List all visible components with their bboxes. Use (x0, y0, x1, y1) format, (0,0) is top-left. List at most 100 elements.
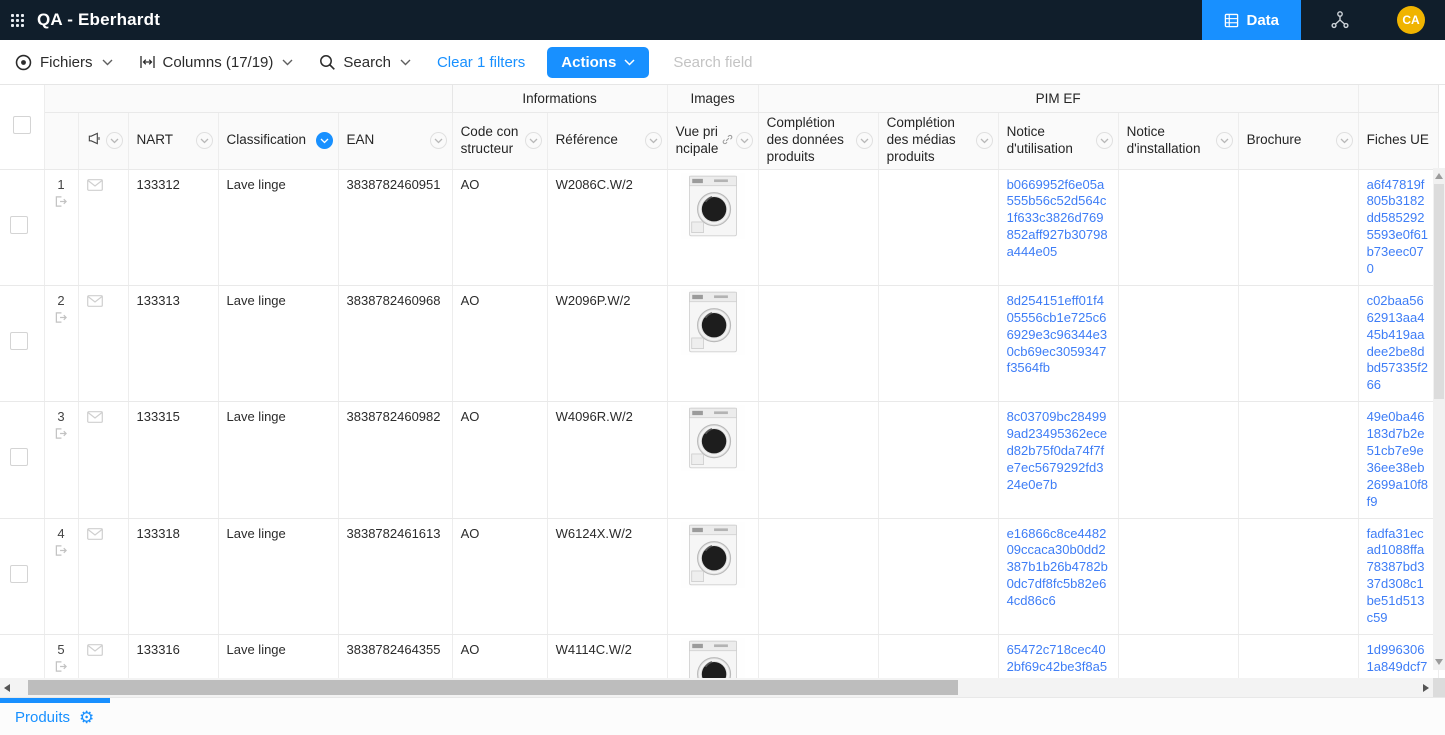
data-nav-button[interactable]: Data (1202, 0, 1301, 40)
column-header-notice-utilisation[interactable]: Notice d'utilisation (998, 112, 1118, 169)
open-record-icon[interactable] (54, 195, 68, 208)
row-checkbox-cell (0, 402, 44, 518)
filter-icon[interactable] (106, 132, 123, 149)
column-header-completion-donnees[interactable]: Complétion des données produits (758, 112, 878, 169)
filter-icon[interactable] (976, 132, 993, 149)
column-header-brochure[interactable]: Brochure (1238, 112, 1358, 169)
filter-icon[interactable] (736, 132, 753, 149)
filter-icon[interactable] (645, 132, 662, 149)
notice-utilisation-link[interactable]: b0669952f6e05a555b56c52d564c1f633c3826d7… (999, 170, 1118, 268)
row-checkbox[interactable] (10, 332, 28, 350)
columns-menu[interactable]: Columns (17/19) (139, 54, 294, 71)
gear-icon[interactable]: ⚙ (79, 709, 94, 726)
reference-cell: W2086C.W/2 (547, 169, 667, 285)
open-record-icon[interactable] (54, 427, 68, 440)
row-number-cell: 4 (44, 518, 78, 634)
scroll-left-arrow[interactable] (4, 684, 10, 692)
notify-cell (78, 169, 128, 285)
filter-icon[interactable] (856, 132, 873, 149)
table-body: 1 133312 Lave linge 3838782460951 AO W20… (0, 169, 1438, 735)
actions-button[interactable]: Actions (547, 47, 649, 78)
nart-cell: 133313 (128, 285, 218, 401)
vue-principale-cell (667, 285, 758, 401)
search-input[interactable] (673, 54, 873, 71)
fichiers-label: Fichiers (40, 54, 93, 71)
row-checkbox[interactable] (10, 565, 28, 583)
notice-installation-cell (1118, 285, 1238, 401)
notice-utilisation-link[interactable]: 8d254151eff01f405556cb1e725c66929e3c9634… (999, 286, 1118, 384)
row-checkbox[interactable] (10, 216, 28, 234)
horizontal-scroll-thumb[interactable] (28, 680, 958, 695)
app-title: QA - Eberhardt (37, 10, 160, 30)
fiches-ue-link[interactable]: c02baa5662913aa445b419aadee2be8dbd57335f… (1359, 286, 1438, 401)
scroll-right-arrow[interactable] (1423, 684, 1429, 692)
chevron-down-icon (282, 59, 293, 66)
product-image[interactable] (681, 522, 745, 588)
group-header-row: Informations Images PIM EF (0, 85, 1438, 112)
group-pim-ef: PIM EF (758, 85, 1358, 112)
completion-medias-cell (878, 169, 998, 285)
open-record-icon[interactable] (54, 660, 68, 673)
code-constructeur-cell: AO (452, 285, 547, 401)
open-record-icon[interactable] (54, 311, 68, 324)
column-header-announce[interactable] (78, 112, 128, 169)
column-header-code-constructeur[interactable]: Code constructeur (452, 112, 547, 169)
product-image[interactable] (681, 405, 745, 471)
clear-filters-link[interactable]: Clear 1 filters (437, 54, 525, 71)
column-header-ean[interactable]: EAN (338, 112, 452, 169)
tab-produits[interactable]: Produits ⚙ (15, 709, 94, 726)
filter-icon[interactable] (1336, 132, 1353, 149)
fiches-ue-cell: fadfa31ecad1088ffa78387bd337d308c1be51d5… (1358, 518, 1438, 634)
filter-icon-active[interactable] (316, 132, 333, 149)
product-image[interactable] (681, 173, 745, 239)
notice-installation-cell (1118, 169, 1238, 285)
column-header-nart[interactable]: NART (128, 112, 218, 169)
row-number: 2 (45, 286, 78, 308)
horizontal-scrollbar[interactable] (0, 678, 1445, 697)
fiches-ue-link[interactable]: a6f47819f805b3182dd5852925593e0f61b73eec… (1359, 170, 1438, 285)
fichiers-menu[interactable]: Fichiers (14, 53, 113, 72)
notice-utilisation-cell: 8c03709bc284999ad23495362eced82b75f0da74… (998, 402, 1118, 518)
fiches-ue-link[interactable]: fadfa31ecad1088ffa78387bd337d308c1be51d5… (1359, 519, 1438, 634)
scroll-up-arrow[interactable] (1435, 173, 1443, 179)
row-number-cell: 2 (44, 285, 78, 401)
row-checkbox[interactable] (10, 448, 28, 466)
completion-donnees-cell (758, 518, 878, 634)
classification-cell: Lave linge (218, 402, 338, 518)
notice-utilisation-link[interactable]: 8c03709bc284999ad23495362eced82b75f0da74… (999, 402, 1118, 500)
group-empty-last (1358, 85, 1438, 112)
table-row: 4 133318 Lave linge 3838782461613 AO W61… (0, 518, 1438, 634)
notice-utilisation-link[interactable]: e16866c8ce448209ccaca30b0dd2387b1b26b478… (999, 519, 1118, 617)
open-record-icon[interactable] (54, 544, 68, 557)
fiches-ue-link[interactable]: 49e0ba46183d7b2e51cb7e9e36ee38eb2699a10f… (1359, 402, 1438, 517)
vertical-scrollbar[interactable] (1433, 168, 1445, 670)
classification-cell: Lave linge (218, 169, 338, 285)
search-menu[interactable]: Search (319, 54, 411, 71)
column-header-notice-installation[interactable]: Notice d'installation (1118, 112, 1238, 169)
column-header-reference[interactable]: Référence (547, 112, 667, 169)
select-all-checkbox[interactable] (13, 116, 31, 134)
network-icon[interactable] (1301, 9, 1379, 31)
product-image[interactable] (681, 289, 745, 355)
code-constructeur-cell: AO (452, 402, 547, 518)
table-row: 3 133315 Lave linge 3838782460982 AO W40… (0, 402, 1438, 518)
envelope-icon (87, 295, 103, 307)
column-header-fiches-ue[interactable]: Fiches UE (1358, 112, 1438, 169)
filter-icon[interactable] (1096, 132, 1113, 149)
completion-medias-cell (878, 518, 998, 634)
fiches-ue-cell: 49e0ba46183d7b2e51cb7e9e36ee38eb2699a10f… (1358, 402, 1438, 518)
filter-icon[interactable] (196, 132, 213, 149)
filter-icon[interactable] (430, 132, 447, 149)
column-header-classification[interactable]: Classification (218, 112, 338, 169)
code-constructeur-cell: AO (452, 169, 547, 285)
column-header-vue-principale[interactable]: Vue principale (667, 112, 758, 169)
nart-cell: 133318 (128, 518, 218, 634)
column-header-completion-medias[interactable]: Complétion des médias produits (878, 112, 998, 169)
vertical-scroll-thumb[interactable] (1434, 184, 1444, 399)
avatar[interactable]: CA (1397, 6, 1425, 34)
app-launcher-grid-icon[interactable] (11, 14, 24, 27)
filter-icon[interactable] (1216, 132, 1233, 149)
filter-icon[interactable] (525, 132, 542, 149)
notice-utilisation-cell: e16866c8ce448209ccaca30b0dd2387b1b26b478… (998, 518, 1118, 634)
scroll-down-arrow[interactable] (1435, 659, 1443, 665)
